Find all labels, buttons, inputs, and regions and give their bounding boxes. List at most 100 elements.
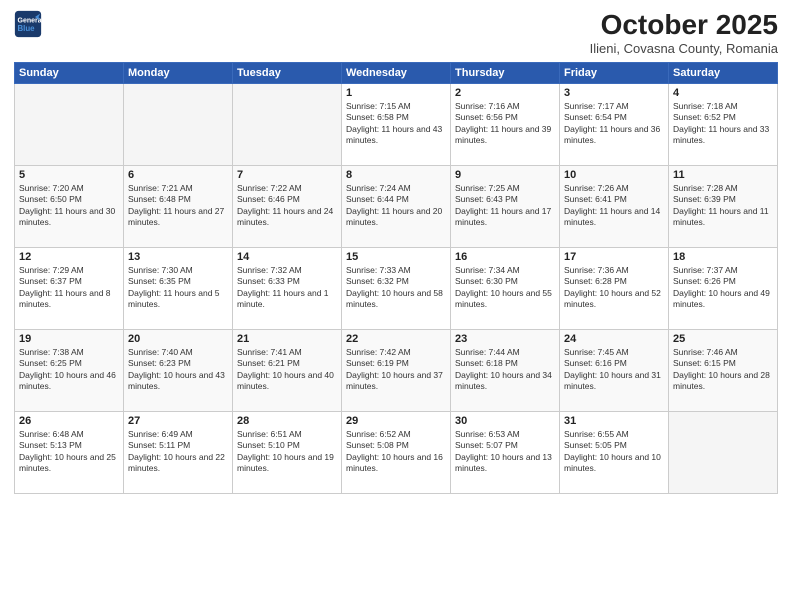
day-number: 30 <box>455 415 555 427</box>
day-info: Sunrise: 7:41 AM Sunset: 6:21 PM Dayligh… <box>237 347 337 393</box>
day-cell: 14 Sunrise: 7:32 AM Sunset: 6:33 PM Dayli… <box>233 247 342 329</box>
day-cell: 3Sunrise: 7:17 AM Sunset: 6:54 PM Daylig… <box>560 83 669 165</box>
calendar-page: General Blue October 2025 Ilieni, Covasn… <box>0 0 792 612</box>
day-cell: 23 Sunrise: 7:44 AM Sunset: 6:18 PM Dayli… <box>451 329 560 411</box>
day-cell: 11 Sunrise: 7:28 AM Sunset: 6:39 PM Dayli… <box>669 165 778 247</box>
day-info: Sunrise: 7:26 AM Sunset: 6:41 PM Dayligh… <box>564 183 664 229</box>
day-number: 31 <box>564 415 664 427</box>
day-cell: 4Sunrise: 7:18 AM Sunset: 6:52 PM Daylig… <box>669 83 778 165</box>
day-number: 8 <box>346 169 446 181</box>
header-monday: Monday <box>124 62 233 83</box>
day-cell: 15 Sunrise: 7:33 AM Sunset: 6:32 PM Dayli… <box>342 247 451 329</box>
week-row-5: 26 Sunrise: 6:48 AM Sunset: 5:13 PM Dayli… <box>15 411 778 493</box>
day-number: 6 <box>128 169 228 181</box>
svg-text:Blue: Blue <box>18 24 36 33</box>
day-cell: 21 Sunrise: 7:41 AM Sunset: 6:21 PM Dayli… <box>233 329 342 411</box>
day-number: 11 <box>673 169 773 181</box>
day-number: 23 <box>455 333 555 345</box>
day-cell: 17 Sunrise: 7:36 AM Sunset: 6:28 PM Dayli… <box>560 247 669 329</box>
day-cell <box>124 83 233 165</box>
day-info: Sunrise: 7:25 AM Sunset: 6:43 PM Dayligh… <box>455 183 555 229</box>
day-cell: 12Sunrise: 7:29 AM Sunset: 6:37 PM Dayli… <box>15 247 124 329</box>
day-number: 27 <box>128 415 228 427</box>
day-info: Sunrise: 7:22 AM Sunset: 6:46 PM Dayligh… <box>237 183 337 229</box>
day-number: 25 <box>673 333 773 345</box>
day-cell: 10 Sunrise: 7:26 AM Sunset: 6:41 PM Dayli… <box>560 165 669 247</box>
week-row-3: 12Sunrise: 7:29 AM Sunset: 6:37 PM Dayli… <box>15 247 778 329</box>
header-saturday: Saturday <box>669 62 778 83</box>
day-cell: 8 Sunrise: 7:24 AM Sunset: 6:44 PM Daylig… <box>342 165 451 247</box>
calendar-title: October 2025 <box>590 10 778 41</box>
day-info: Sunrise: 7:38 AM Sunset: 6:25 PM Dayligh… <box>19 347 119 393</box>
day-cell: 5 Sunrise: 7:20 AM Sunset: 6:50 PM Daylig… <box>15 165 124 247</box>
day-info: Sunrise: 7:42 AM Sunset: 6:19 PM Dayligh… <box>346 347 446 393</box>
day-info: Sunrise: 7:15 AM Sunset: 6:58 PM Dayligh… <box>346 101 446 147</box>
day-number: 2 <box>455 87 555 99</box>
header-tuesday: Tuesday <box>233 62 342 83</box>
day-info: Sunrise: 7:45 AM Sunset: 6:16 PM Dayligh… <box>564 347 664 393</box>
header-sunday: Sunday <box>15 62 124 83</box>
day-number: 3 <box>564 87 664 99</box>
day-number: 17 <box>564 251 664 263</box>
day-cell: 7 Sunrise: 7:22 AM Sunset: 6:46 PM Daylig… <box>233 165 342 247</box>
calendar-subtitle: Ilieni, Covasna County, Romania <box>590 41 778 56</box>
day-cell: 18Sunrise: 7:37 AM Sunset: 6:26 PM Dayli… <box>669 247 778 329</box>
day-number: 28 <box>237 415 337 427</box>
day-info: Sunrise: 7:29 AM Sunset: 6:37 PM Dayligh… <box>19 265 119 311</box>
day-cell: 26 Sunrise: 6:48 AM Sunset: 5:13 PM Dayli… <box>15 411 124 493</box>
week-row-4: 19 Sunrise: 7:38 AM Sunset: 6:25 PM Dayli… <box>15 329 778 411</box>
day-number: 24 <box>564 333 664 345</box>
day-number: 26 <box>19 415 119 427</box>
day-number: 5 <box>19 169 119 181</box>
day-number: 10 <box>564 169 664 181</box>
day-cell: 22Sunrise: 7:42 AM Sunset: 6:19 PM Dayli… <box>342 329 451 411</box>
day-info: Sunrise: 6:48 AM Sunset: 5:13 PM Dayligh… <box>19 429 119 475</box>
day-info: Sunrise: 7:32 AM Sunset: 6:33 PM Dayligh… <box>237 265 337 311</box>
day-number: 4 <box>673 87 773 99</box>
day-number: 19 <box>19 333 119 345</box>
day-number: 29 <box>346 415 446 427</box>
day-info: Sunrise: 6:49 AM Sunset: 5:11 PM Dayligh… <box>128 429 228 475</box>
day-info: Sunrise: 7:33 AM Sunset: 6:32 PM Dayligh… <box>346 265 446 311</box>
day-number: 9 <box>455 169 555 181</box>
day-info: Sunrise: 7:34 AM Sunset: 6:30 PM Dayligh… <box>455 265 555 311</box>
day-info: Sunrise: 6:55 AM Sunset: 5:05 PM Dayligh… <box>564 429 664 475</box>
day-info: Sunrise: 7:46 AM Sunset: 6:15 PM Dayligh… <box>673 347 773 393</box>
day-cell: 13 Sunrise: 7:30 AM Sunset: 6:35 PM Dayli… <box>124 247 233 329</box>
day-number: 15 <box>346 251 446 263</box>
day-cell: 6Sunrise: 7:21 AM Sunset: 6:48 PM Daylig… <box>124 165 233 247</box>
day-info: Sunrise: 7:28 AM Sunset: 6:39 PM Dayligh… <box>673 183 773 229</box>
day-info: Sunrise: 6:52 AM Sunset: 5:08 PM Dayligh… <box>346 429 446 475</box>
header-thursday: Thursday <box>451 62 560 83</box>
day-number: 21 <box>237 333 337 345</box>
day-info: Sunrise: 7:30 AM Sunset: 6:35 PM Dayligh… <box>128 265 228 311</box>
day-number: 18 <box>673 251 773 263</box>
day-number: 7 <box>237 169 337 181</box>
day-number: 16 <box>455 251 555 263</box>
day-info: Sunrise: 7:44 AM Sunset: 6:18 PM Dayligh… <box>455 347 555 393</box>
weekday-header-row: Sunday Monday Tuesday Wednesday Thursday… <box>15 62 778 83</box>
day-cell: 1 Sunrise: 7:15 AM Sunset: 6:58 PM Daylig… <box>342 83 451 165</box>
day-number: 14 <box>237 251 337 263</box>
day-info: Sunrise: 7:24 AM Sunset: 6:44 PM Dayligh… <box>346 183 446 229</box>
header-wednesday: Wednesday <box>342 62 451 83</box>
day-info: Sunrise: 7:36 AM Sunset: 6:28 PM Dayligh… <box>564 265 664 311</box>
day-number: 1 <box>346 87 446 99</box>
day-cell <box>233 83 342 165</box>
day-cell: 20Sunrise: 7:40 AM Sunset: 6:23 PM Dayli… <box>124 329 233 411</box>
day-cell: 29 Sunrise: 6:52 AM Sunset: 5:08 PM Dayli… <box>342 411 451 493</box>
day-cell <box>15 83 124 165</box>
day-cell: 16 Sunrise: 7:34 AM Sunset: 6:30 PM Dayli… <box>451 247 560 329</box>
day-info: Sunrise: 6:53 AM Sunset: 5:07 PM Dayligh… <box>455 429 555 475</box>
day-info: Sunrise: 7:20 AM Sunset: 6:50 PM Dayligh… <box>19 183 119 229</box>
week-row-2: 5 Sunrise: 7:20 AM Sunset: 6:50 PM Daylig… <box>15 165 778 247</box>
header: General Blue October 2025 Ilieni, Covasn… <box>14 10 778 56</box>
day-cell: 30 Sunrise: 6:53 AM Sunset: 5:07 PM Dayli… <box>451 411 560 493</box>
day-cell: 9 Sunrise: 7:25 AM Sunset: 6:43 PM Daylig… <box>451 165 560 247</box>
day-cell: 2Sunrise: 7:16 AM Sunset: 6:56 PM Daylig… <box>451 83 560 165</box>
day-info: Sunrise: 6:51 AM Sunset: 5:10 PM Dayligh… <box>237 429 337 475</box>
day-cell: 19 Sunrise: 7:38 AM Sunset: 6:25 PM Dayli… <box>15 329 124 411</box>
day-cell: 25 Sunrise: 7:46 AM Sunset: 6:15 PM Dayli… <box>669 329 778 411</box>
header-friday: Friday <box>560 62 669 83</box>
day-number: 13 <box>128 251 228 263</box>
